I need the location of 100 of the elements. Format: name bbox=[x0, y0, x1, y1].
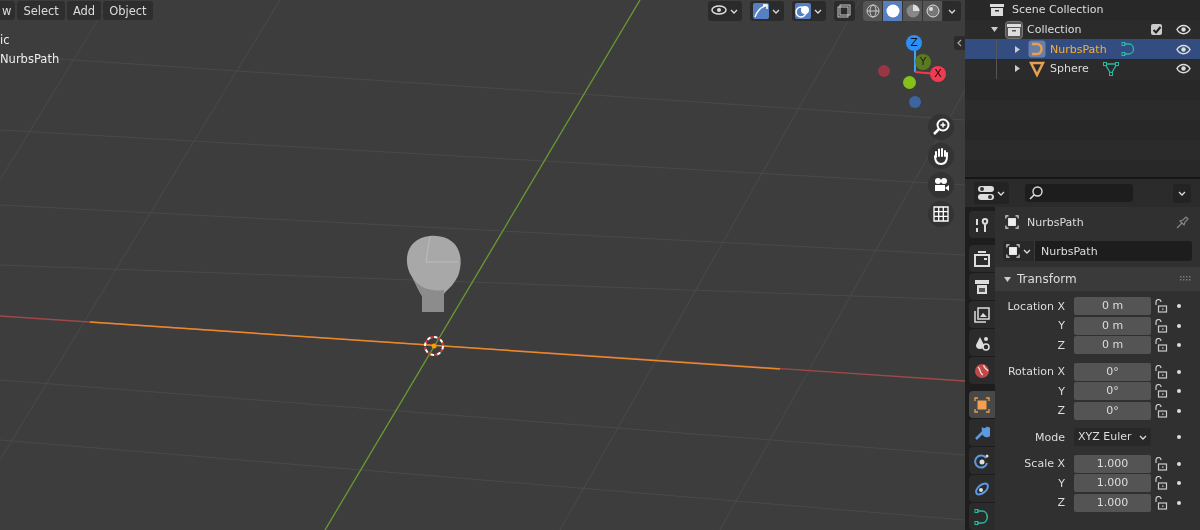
panel-title[interactable]: Transform bbox=[1017, 272, 1077, 286]
number-field[interactable]: 0° bbox=[1074, 382, 1151, 401]
disclosure-triangle[interactable] bbox=[1014, 65, 1021, 73]
editor-type-button[interactable] bbox=[974, 182, 1009, 204]
disclosure-triangle[interactable] bbox=[1014, 45, 1021, 53]
properties-tab[interactable] bbox=[969, 447, 995, 474]
eye-icon[interactable] bbox=[1176, 63, 1191, 75]
property-label: Z bbox=[1056, 404, 1066, 418]
mesh-data-icon[interactable] bbox=[1102, 61, 1119, 76]
image-stack-icon bbox=[974, 306, 990, 323]
keyframe-dot-icon[interactable] bbox=[1177, 389, 1181, 394]
padlock-icon[interactable] bbox=[1154, 403, 1168, 418]
number-field[interactable]: 0° bbox=[1074, 401, 1151, 420]
eye-icon[interactable] bbox=[1176, 43, 1191, 55]
menu-button[interactable]: Object bbox=[103, 1, 153, 20]
padlock-icon[interactable] bbox=[1154, 299, 1168, 314]
keyframe-dot-icon[interactable] bbox=[1177, 408, 1181, 413]
keyframe-dot-icon[interactable] bbox=[1177, 500, 1181, 505]
padlock-icon[interactable] bbox=[1154, 338, 1168, 353]
number-field[interactable]: 0° bbox=[1074, 362, 1151, 381]
property-label: Scale X bbox=[1023, 457, 1066, 471]
properties-tab[interactable] bbox=[969, 301, 995, 328]
tree-item-label[interactable]: Sphere bbox=[1050, 62, 1089, 76]
properties-tab[interactable] bbox=[969, 357, 995, 384]
name-input-field[interactable]: NurbsPath bbox=[1035, 241, 1192, 261]
zoom-icon bbox=[932, 118, 950, 136]
pin-icon[interactable] bbox=[1176, 215, 1190, 229]
shading-mode-button[interactable] bbox=[923, 1, 943, 21]
tree-item-label[interactable]: Scene Collection bbox=[1012, 3, 1104, 17]
toggles-icon bbox=[978, 186, 994, 200]
properties-tab[interactable] bbox=[969, 329, 995, 356]
drag-handle-icon[interactable] bbox=[1180, 276, 1192, 282]
properties-tab[interactable] bbox=[969, 245, 995, 272]
outliner-row[interactable]: NurbsPath bbox=[965, 39, 1200, 60]
disclosure-triangle[interactable] bbox=[991, 26, 998, 34]
header-toggle[interactable] bbox=[834, 1, 855, 21]
disclosure-triangle[interactable] bbox=[1004, 275, 1011, 283]
number-field[interactable]: 0 m bbox=[1074, 316, 1151, 335]
caret-icon bbox=[1139, 434, 1147, 440]
menu-button[interactable]: Select bbox=[17, 1, 65, 20]
header-toggle[interactable] bbox=[750, 1, 784, 21]
caret-icon bbox=[730, 8, 738, 14]
number-field[interactable]: 0 m bbox=[1074, 336, 1151, 355]
shading-mode-button[interactable] bbox=[863, 1, 883, 21]
keyframe-dot-icon[interactable] bbox=[1177, 304, 1181, 309]
properties-tab[interactable] bbox=[969, 273, 995, 300]
viewport-info-text: ic bbox=[0, 32, 10, 49]
header-toggle[interactable] bbox=[708, 1, 742, 21]
keyframe-dot-icon[interactable] bbox=[1177, 343, 1181, 348]
options-dropdown[interactable] bbox=[1173, 183, 1191, 203]
caret-icon bbox=[814, 8, 822, 14]
3d-cursor-icon bbox=[422, 334, 446, 358]
number-field[interactable]: 1.000 bbox=[1074, 454, 1151, 473]
property-label: Z bbox=[1056, 496, 1066, 510]
header-toggle[interactable] bbox=[792, 1, 826, 21]
property-label: Y bbox=[1057, 384, 1066, 398]
object-square-icon bbox=[1006, 244, 1020, 258]
shading-mode-button[interactable] bbox=[903, 1, 923, 21]
properties-tab[interactable] bbox=[969, 419, 995, 446]
search-icon bbox=[1029, 186, 1043, 200]
number-field[interactable]: 1.000 bbox=[1074, 474, 1151, 493]
keyframe-dot-icon[interactable] bbox=[1177, 461, 1181, 466]
keyframe-dot-icon[interactable] bbox=[1177, 369, 1181, 374]
menu-button[interactable]: w bbox=[0, 1, 16, 20]
search-field[interactable] bbox=[1025, 184, 1133, 202]
caret-icon bbox=[997, 190, 1005, 196]
properties-tab[interactable] bbox=[969, 475, 995, 502]
menu-button[interactable]: Add bbox=[66, 1, 102, 20]
wireframe-sphere-icon bbox=[865, 4, 880, 18]
padlock-icon[interactable] bbox=[1154, 476, 1168, 491]
outliner-row[interactable]: Collection bbox=[965, 19, 1200, 40]
camera-back-icon bbox=[974, 250, 990, 267]
datablock-button[interactable] bbox=[1003, 241, 1035, 261]
sidebar-toggle[interactable] bbox=[954, 36, 965, 50]
overlay-circles-icon bbox=[795, 3, 811, 19]
keyframe-dot-icon[interactable] bbox=[1177, 481, 1181, 486]
solid-sphere-icon bbox=[885, 4, 900, 18]
padlock-icon[interactable] bbox=[1154, 318, 1168, 333]
curve-data-icon[interactable] bbox=[1120, 42, 1137, 57]
checkbox[interactable] bbox=[1151, 24, 1162, 36]
keyframe-dot-icon[interactable] bbox=[1177, 323, 1181, 328]
tree-item-label[interactable]: Collection bbox=[1027, 23, 1082, 37]
eye-icon[interactable] bbox=[1176, 24, 1191, 36]
shading-mode-button[interactable] bbox=[883, 1, 903, 21]
object-square-icon bbox=[974, 396, 990, 413]
padlock-icon[interactable] bbox=[1154, 495, 1168, 510]
tree-item-label[interactable]: NurbsPath bbox=[1050, 42, 1107, 56]
padlock-icon[interactable] bbox=[1154, 384, 1168, 399]
properties-tab[interactable] bbox=[969, 211, 995, 238]
number-field[interactable]: 0 m bbox=[1074, 297, 1151, 316]
checkmark-icon bbox=[1151, 24, 1162, 35]
keyframe-dot-icon[interactable] bbox=[1177, 435, 1181, 440]
property-label: Rotation X bbox=[1006, 365, 1066, 379]
outliner-row[interactable]: Sphere bbox=[965, 59, 1200, 79]
padlock-icon[interactable] bbox=[1154, 364, 1168, 379]
dropdown[interactable]: XYZ Euler bbox=[1074, 428, 1151, 447]
properties-tab[interactable] bbox=[969, 503, 995, 530]
padlock-icon[interactable] bbox=[1154, 456, 1168, 471]
number-field[interactable]: 1.000 bbox=[1074, 493, 1151, 512]
eye-icon bbox=[711, 4, 727, 18]
